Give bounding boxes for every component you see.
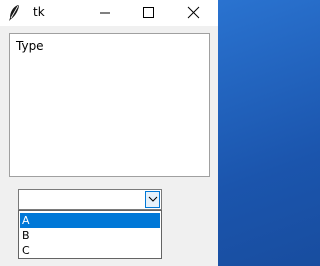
app-window: tk Type A B C: [0, 0, 218, 266]
chevron-down-icon: [148, 196, 158, 202]
maximize-icon: [143, 7, 154, 18]
minimize-button[interactable]: [82, 0, 128, 26]
dropdown-option-b[interactable]: B: [20, 228, 160, 243]
maximize-button[interactable]: [126, 0, 172, 26]
combobox-dropdown-list: A B C: [18, 210, 162, 259]
close-button[interactable]: [172, 0, 218, 26]
combobox[interactable]: [18, 189, 162, 210]
title-bar[interactable]: tk: [0, 0, 218, 26]
text-area[interactable]: Type: [9, 33, 210, 177]
text-area-content: Type: [16, 39, 44, 53]
minimize-icon: [100, 12, 110, 14]
window-title: tk: [33, 5, 45, 19]
close-icon: [187, 6, 200, 19]
combobox-dropdown-button[interactable]: [145, 191, 160, 208]
dropdown-option-c[interactable]: C: [20, 243, 160, 258]
tk-feather-icon: [7, 4, 21, 22]
dropdown-option-a[interactable]: A: [20, 213, 160, 228]
